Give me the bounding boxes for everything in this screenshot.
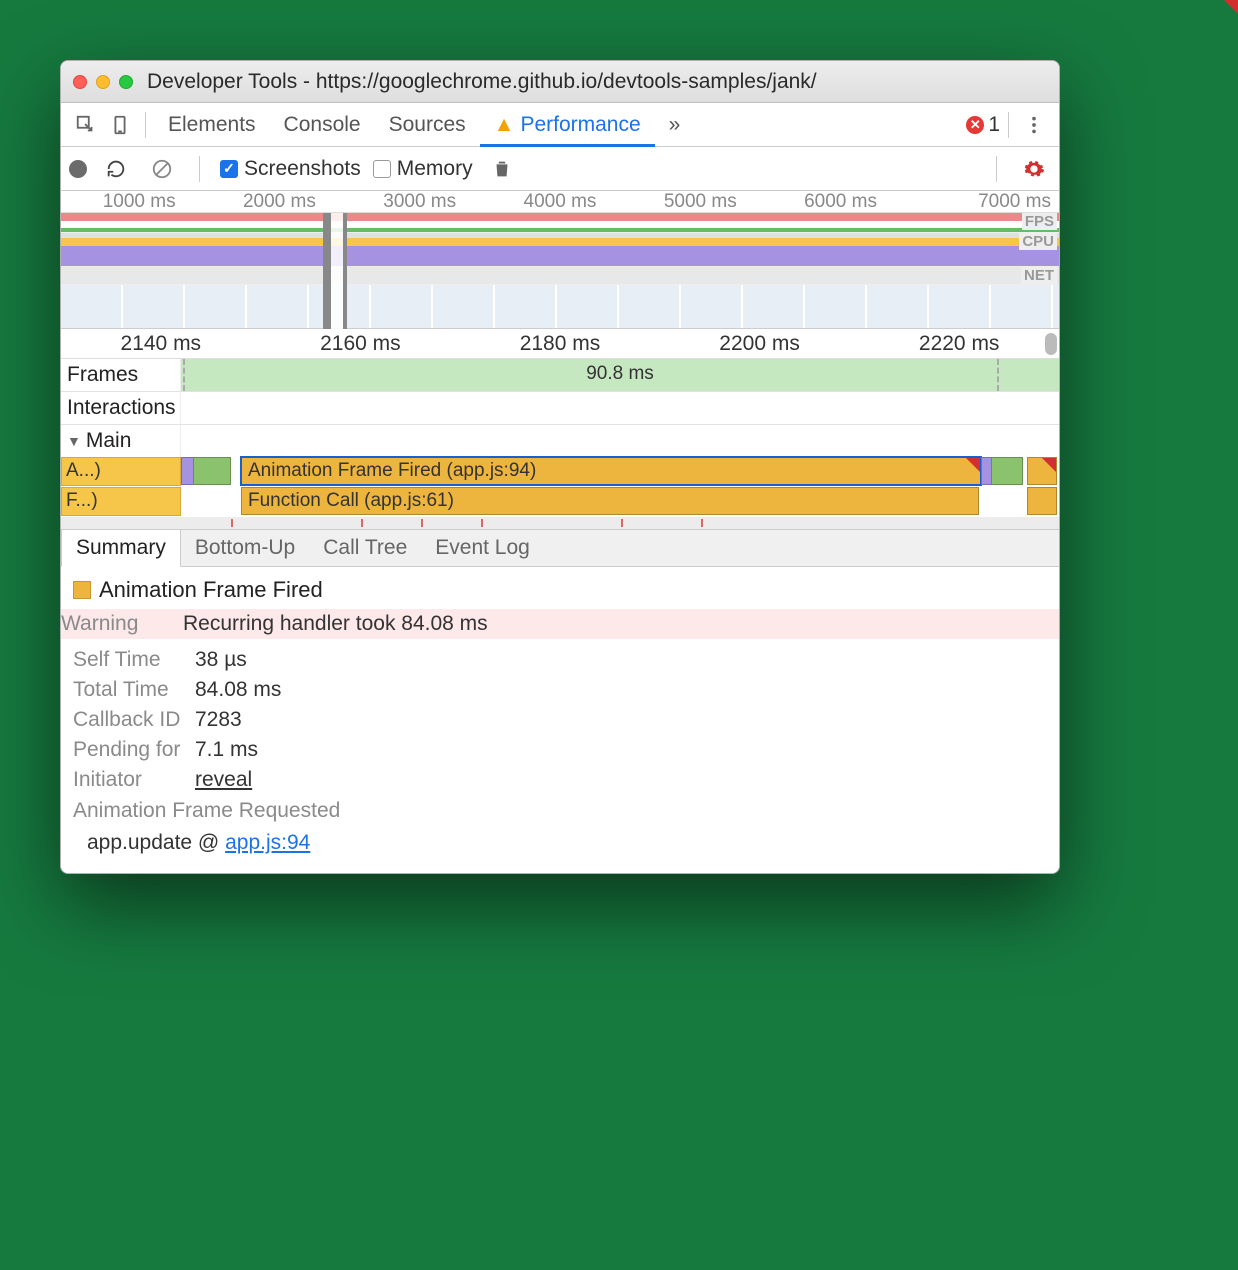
overview-fps: FPS: [61, 213, 1059, 233]
summary-pending-for: Pending for7.1 ms: [73, 735, 1047, 765]
summary-stack: app.update @ app.js:94: [73, 827, 1047, 855]
clear-icon[interactable]: [145, 152, 179, 186]
overview-filmstrip: [61, 285, 1059, 329]
overview-pane[interactable]: 1000 ms2000 ms3000 ms4000 ms5000 ms6000 …: [61, 191, 1059, 329]
flame-stub-left-2[interactable]: F...): [61, 487, 181, 516]
subtab-call-tree[interactable]: Call Tree: [309, 530, 421, 566]
tab-console[interactable]: Console: [270, 103, 375, 146]
devtools-window: Developer Tools - https://googlechrome.g…: [60, 60, 1060, 874]
chevron-down-icon: ▼: [67, 433, 81, 449]
checkbox-icon: [373, 160, 391, 178]
track-main[interactable]: ▼Main: [61, 425, 1059, 457]
flame-bar-function-call[interactable]: Function Call (app.js:61): [241, 487, 979, 515]
zoom-timescale[interactable]: 2140 ms2160 ms2180 ms2200 ms2220 ms: [61, 329, 1059, 359]
reload-icon[interactable]: [99, 152, 133, 186]
flame-stub-left-1[interactable]: A...): [61, 457, 181, 486]
flame-row-2: F...) Function Call (app.js:61): [61, 487, 1059, 517]
devtools-tabs: Elements Console Sources ▲ Performance »…: [61, 103, 1059, 147]
warning-text: Recurring handler took 84.08 ms: [183, 612, 488, 636]
subtab-bottom-up[interactable]: Bottom-Up: [181, 530, 309, 566]
summary-self-time: Self Time38 µs: [73, 645, 1047, 675]
minimize-icon[interactable]: [96, 75, 110, 89]
track-main-header[interactable]: ▼Main: [61, 425, 181, 457]
track-main-body: [181, 425, 1059, 457]
error-badge[interactable]: ✕ 1: [966, 113, 1000, 137]
divider: [199, 156, 200, 182]
track-frames-header: Frames: [61, 359, 181, 391]
record-button[interactable]: [69, 160, 87, 178]
summary-warning-row: Warning Recurring handler took 84.08 ms: [61, 609, 1059, 639]
flame-bar-green[interactable]: [193, 457, 231, 485]
flame-bar-animation-frame-fired[interactable]: Animation Frame Fired (app.js:94): [241, 457, 981, 485]
checkbox-icon: [220, 160, 238, 178]
source-link[interactable]: app.js:94: [225, 831, 310, 854]
inspect-element-icon[interactable]: [69, 108, 103, 142]
overview-net: NET: [61, 267, 1059, 285]
window-title: Developer Tools - https://googlechrome.g…: [147, 70, 817, 94]
tab-sources[interactable]: Sources: [375, 103, 480, 146]
zoom-icon[interactable]: [119, 75, 133, 89]
kebab-menu-icon[interactable]: [1017, 108, 1051, 142]
track-frames-body[interactable]: 90.8 ms: [181, 359, 1059, 391]
traffic-lights: [73, 75, 133, 89]
settings-icon[interactable]: [1017, 152, 1051, 186]
flame-row-1: A...) Animation Frame Fired (app.js:94): [61, 457, 1059, 487]
titlebar: Developer Tools - https://googlechrome.g…: [61, 61, 1059, 103]
divider: [996, 156, 997, 182]
summary-callback-id: Callback ID7283: [73, 705, 1047, 735]
error-icon: ✕: [966, 116, 984, 134]
warning-icon: ▲: [494, 113, 515, 137]
reveal-link[interactable]: reveal: [195, 768, 252, 792]
overview-selection-handle[interactable]: [323, 213, 347, 329]
summary-afr: Animation Frame Requested: [73, 795, 1047, 827]
track-frames[interactable]: Frames 90.8 ms: [61, 359, 1059, 392]
tab-elements[interactable]: Elements: [154, 103, 270, 146]
summary-total-time: Total Time84.08 ms: [73, 675, 1047, 705]
flame-bar-green[interactable]: [991, 457, 1023, 485]
screenshots-checkbox[interactable]: Screenshots: [220, 157, 361, 181]
summary-initiator: Initiatorreveal: [73, 765, 1047, 795]
event-name: Animation Frame Fired: [99, 577, 323, 603]
subtab-summary[interactable]: Summary: [61, 530, 181, 567]
performance-controls: Screenshots Memory: [61, 147, 1059, 191]
detail-subtabs: Summary Bottom-Up Call Tree Event Log: [61, 529, 1059, 567]
tabs-overflow[interactable]: »: [655, 103, 695, 146]
track-interactions[interactable]: Interactions: [61, 392, 1059, 425]
memory-checkbox[interactable]: Memory: [373, 157, 473, 181]
overview-cpu: CPU: [61, 233, 1059, 267]
close-icon[interactable]: [73, 75, 87, 89]
overview-timescale: 1000 ms2000 ms3000 ms4000 ms5000 ms6000 …: [61, 191, 1059, 213]
tab-performance[interactable]: ▲ Performance: [480, 104, 655, 147]
track-interactions-body[interactable]: [181, 392, 1059, 424]
flame-row-overflow[interactable]: [61, 517, 1059, 529]
divider: [145, 112, 146, 138]
flame-bar-amber[interactable]: [1027, 487, 1057, 515]
divider: [1008, 112, 1009, 138]
vertical-scrollbar[interactable]: [1045, 333, 1057, 355]
track-interactions-header: Interactions: [61, 392, 181, 424]
subtab-event-log[interactable]: Event Log: [421, 530, 544, 566]
flame-bar-amber[interactable]: [1027, 457, 1057, 485]
device-toolbar-icon[interactable]: [103, 108, 137, 142]
trash-icon[interactable]: [485, 152, 519, 186]
summary-panel: Animation Frame Fired Warning Recurring …: [61, 567, 1059, 873]
warning-label: Warning: [61, 612, 171, 636]
event-category-icon: [73, 581, 91, 599]
